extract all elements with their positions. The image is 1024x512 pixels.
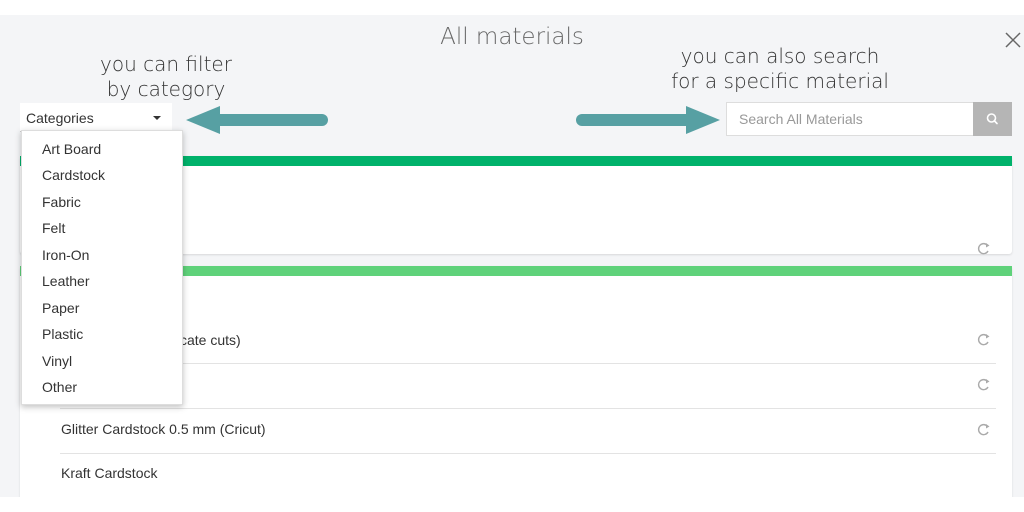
filter-annotation-line2: by category bbox=[106, 77, 226, 101]
category-option[interactable]: Iron-On bbox=[22, 242, 182, 268]
material-row[interactable] bbox=[60, 364, 996, 408]
material-name: Kraft Cardstock bbox=[61, 465, 158, 481]
search-bar bbox=[726, 102, 1012, 136]
filter-annotation: you can filter by category bbox=[86, 52, 246, 102]
filter-annotation-line1: you can filter bbox=[100, 52, 232, 76]
arrow-right-icon bbox=[576, 106, 720, 134]
refresh-icon[interactable] bbox=[977, 242, 991, 256]
search-annotation-line1: you can also search bbox=[680, 44, 880, 68]
search-annotation-line2: for a specific material bbox=[671, 69, 889, 93]
arrow-left-icon bbox=[186, 106, 328, 134]
category-option[interactable]: Leather bbox=[22, 268, 182, 294]
refresh-icon[interactable] bbox=[977, 423, 991, 437]
close-icon[interactable] bbox=[1000, 27, 1024, 51]
categories-dropdown[interactable]: Categories bbox=[20, 103, 172, 132]
refresh-icon[interactable] bbox=[977, 378, 991, 392]
material-name: cate cuts) bbox=[180, 332, 241, 348]
materials-modal: All materials you can filter by category… bbox=[0, 15, 1024, 497]
bottom-whitespace bbox=[0, 497, 1024, 512]
category-option[interactable]: Plastic bbox=[22, 321, 182, 347]
categories-menu: Art Board Cardstock Fabric Felt Iron-On … bbox=[21, 130, 183, 405]
search-input[interactable] bbox=[726, 102, 974, 136]
material-row[interactable]: Kraft Cardstock bbox=[60, 452, 996, 496]
refresh-icon[interactable] bbox=[977, 333, 991, 347]
category-option[interactable]: Vinyl bbox=[22, 348, 182, 374]
material-name: Glitter Cardstock 0.5 mm (Cricut) bbox=[61, 421, 266, 437]
categories-label: Categories bbox=[26, 110, 94, 126]
material-row[interactable]: Glitter Cardstock 0.5 mm (Cricut) bbox=[60, 408, 996, 452]
search-annotation: you can also search for a specific mater… bbox=[640, 44, 920, 94]
category-option[interactable]: Art Board bbox=[22, 136, 182, 162]
category-option[interactable]: Paper bbox=[22, 295, 182, 321]
category-option[interactable]: Cardstock bbox=[22, 162, 182, 188]
category-option[interactable]: Other bbox=[22, 374, 182, 400]
search-icon bbox=[986, 113, 998, 125]
caret-down-icon bbox=[153, 116, 161, 120]
material-row[interactable]: cate cuts) bbox=[60, 319, 996, 363]
category-option[interactable]: Felt bbox=[22, 215, 182, 241]
category-option[interactable]: Fabric bbox=[22, 189, 182, 215]
top-whitespace bbox=[0, 0, 1024, 15]
search-button[interactable] bbox=[973, 102, 1012, 136]
